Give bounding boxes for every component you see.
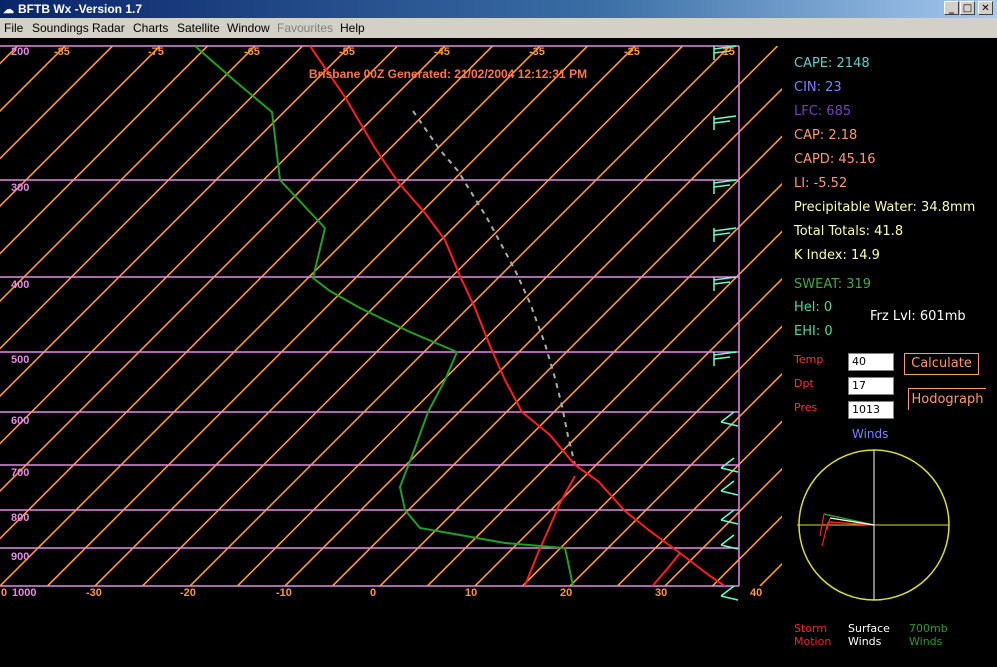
top-temp-label: -55 (339, 46, 355, 58)
wind-barb (720, 411, 739, 427)
temp-input[interactable]: 40 (848, 353, 894, 371)
title-bar: ☁ BFTB Wx -Version 1.7 _ □ ✕ (0, 0, 997, 18)
isotherm-line (664, 467, 782, 586)
isotherm-line (0, 46, 304, 350)
pressure-label-900: 900 (11, 551, 30, 563)
temperature-trace (309, 46, 727, 586)
hodograph-storm-barb (819, 513, 831, 547)
pressure-label-500: 500 (11, 354, 30, 366)
bottom-temp-label: -30 (86, 587, 102, 599)
isotherm-line (0, 46, 399, 445)
pressure-label-1000: 1000 (12, 587, 37, 599)
calculate-button[interactable]: Calculate (904, 353, 979, 375)
window-title: BFTB Wx -Version 1.7 (18, 2, 143, 16)
isotherm-lines (0, 46, 782, 586)
isotherm-line (616, 420, 782, 586)
indices-panel: CAPE: 2148 CIN: 23 LFC: 685 CAP: 2.18 CA… (784, 38, 997, 667)
isobar-lines (0, 45, 739, 587)
top-temp-label: -35 (529, 46, 545, 58)
k-index-value: K Index: 14.9 (794, 248, 880, 263)
helicity-value: Hel: 0 (794, 300, 833, 315)
maximize-button[interactable]: □ (960, 1, 975, 15)
isotherm-line (0, 46, 494, 540)
isotherm-line (379, 182, 782, 586)
li-value: LI: -5.52 (794, 176, 848, 191)
bottom-temp-label: 30 (655, 587, 668, 599)
menu-radar[interactable]: Radar (92, 21, 125, 35)
diagram-header: Brisbane 00Z Generated: 21/02/2004 12:12… (309, 67, 587, 81)
pressure-label-600: 600 (11, 415, 30, 427)
top-temp-label: -45 (434, 46, 450, 58)
minimize-button[interactable]: _ (944, 1, 959, 15)
top-temp-label: -85 (54, 46, 70, 58)
precipitable-water-value: Precipitable Water: 34.8mm (794, 200, 976, 215)
top-temp-label: -75 (148, 46, 164, 58)
pressure-label-800: 800 (11, 512, 30, 524)
bottom-temp-label: -10 (276, 587, 292, 599)
hodograph-button[interactable]: Hodograph (908, 388, 986, 410)
legend-surface-winds: Surface Winds (848, 622, 890, 648)
menu-file[interactable]: File (4, 21, 23, 35)
bottom-temp-label: 20 (560, 587, 573, 599)
bottom-temp-label: -20 (180, 587, 196, 599)
legend-storm-motion: Storm Motion (794, 622, 832, 648)
wind-barb (713, 115, 737, 130)
wind-barb (720, 585, 739, 601)
isotherm-line (474, 277, 782, 586)
dewpoint-trace (194, 46, 575, 586)
top-temp-label: -15 (719, 46, 735, 58)
legend-700mb-winds: 700mb Winds (909, 622, 948, 648)
dewpoint-input[interactable]: 17 (848, 377, 894, 395)
wind-barb (713, 179, 737, 194)
pressure-label-200: 200 (11, 46, 30, 58)
isotherm-line (426, 230, 782, 586)
capd-value: CAPD: 45.16 (794, 152, 876, 167)
isotherm-line (0, 46, 114, 160)
pressure-input[interactable]: 1013 (848, 401, 894, 419)
top-temp-label: -25 (624, 46, 640, 58)
pressure-label-700: 700 (11, 467, 30, 479)
cloud-lightning-icon: ☁ (3, 4, 14, 16)
pressure-label-400: 400 (11, 279, 30, 291)
pressure-label-300: 300 (11, 182, 30, 194)
isotherm-line (711, 515, 782, 586)
cap-value: CAP: 2.18 (794, 128, 858, 143)
wind-barb (720, 534, 739, 550)
dewpoint-input-label: Dpt (794, 377, 814, 390)
skewt-diagram: Brisbane 00Z Generated: 21/02/2004 12:12… (0, 45, 782, 601)
menu-window[interactable]: Window (227, 21, 270, 35)
menu-favourites[interactable]: Favourites (277, 21, 333, 35)
menu-soundings[interactable]: Soundings (32, 21, 89, 35)
sweat-value: SWEAT: 319 (794, 277, 872, 292)
wind-barb (720, 480, 739, 496)
wind-barb (720, 509, 739, 525)
cape-value: CAPE: 2148 (794, 56, 870, 71)
freezing-level-value: Frz Lvl: 601mb (870, 309, 966, 324)
menu-help[interactable]: Help (340, 21, 365, 35)
isotherm-line (759, 562, 782, 586)
winds-title: Winds (852, 427, 889, 441)
isotherm-line (284, 87, 782, 586)
pressure-input-label: Pres (794, 401, 818, 414)
lfc-value: LFC: 685 (794, 104, 852, 119)
menu-charts[interactable]: Charts (133, 21, 168, 35)
menu-bar: File Soundings Radar Charts Satellite Wi… (0, 18, 997, 38)
close-button[interactable]: ✕ (978, 1, 993, 15)
ehi-value: EHI: 0 (794, 324, 833, 339)
temp-input-label: Temp (794, 353, 824, 366)
cin-value: CIN: 23 (794, 80, 842, 95)
top-temp-label: -65 (244, 46, 260, 58)
bottom-temp-label: 40 (750, 587, 763, 599)
bottom-temp-label: 0 (1, 587, 8, 599)
total-totals-value: Total Totals: 41.8 (794, 224, 904, 239)
menu-satellite[interactable]: Satellite (177, 21, 220, 35)
bottom-temp-label: 0 (370, 587, 377, 599)
bottom-temp-label: 10 (465, 587, 478, 599)
isotherm-line (0, 46, 19, 65)
hodograph-plot (797, 449, 950, 601)
wind-barb (713, 351, 737, 366)
